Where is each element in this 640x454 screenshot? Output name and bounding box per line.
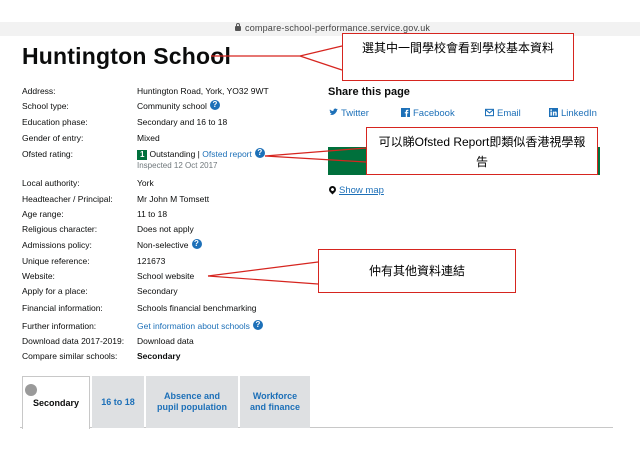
- callout-1-line-b: [299, 55, 343, 71]
- tab-label[interactable]: Secondary: [33, 398, 79, 409]
- tab-label[interactable]: Workforce and finance: [246, 391, 304, 413]
- callout-3-line: [207, 261, 319, 277]
- tab-label[interactable]: 16 to 18: [101, 397, 135, 408]
- cursor-indicator: [25, 384, 37, 396]
- callout-links: 仲有其他資料連結: [318, 249, 516, 293]
- tab-label[interactable]: Absence and pupil population: [156, 391, 228, 413]
- callout-basic-info: 選其中一間學校會看到學校基本資料: [342, 33, 574, 81]
- callout-ofsted: 可以睇Ofsted Report即類似香港視學報告: [366, 127, 598, 175]
- tab-workforce[interactable]: Workforce and finance: [240, 376, 310, 428]
- tab-16-to-18[interactable]: 16 to 18: [92, 376, 144, 428]
- tab-absence[interactable]: Absence and pupil population: [146, 376, 238, 428]
- callout-3-line-b: [207, 275, 319, 285]
- callout-2-line-b: [264, 155, 367, 163]
- callout-2-line: [264, 147, 367, 157]
- callout-1-line: [211, 45, 343, 57]
